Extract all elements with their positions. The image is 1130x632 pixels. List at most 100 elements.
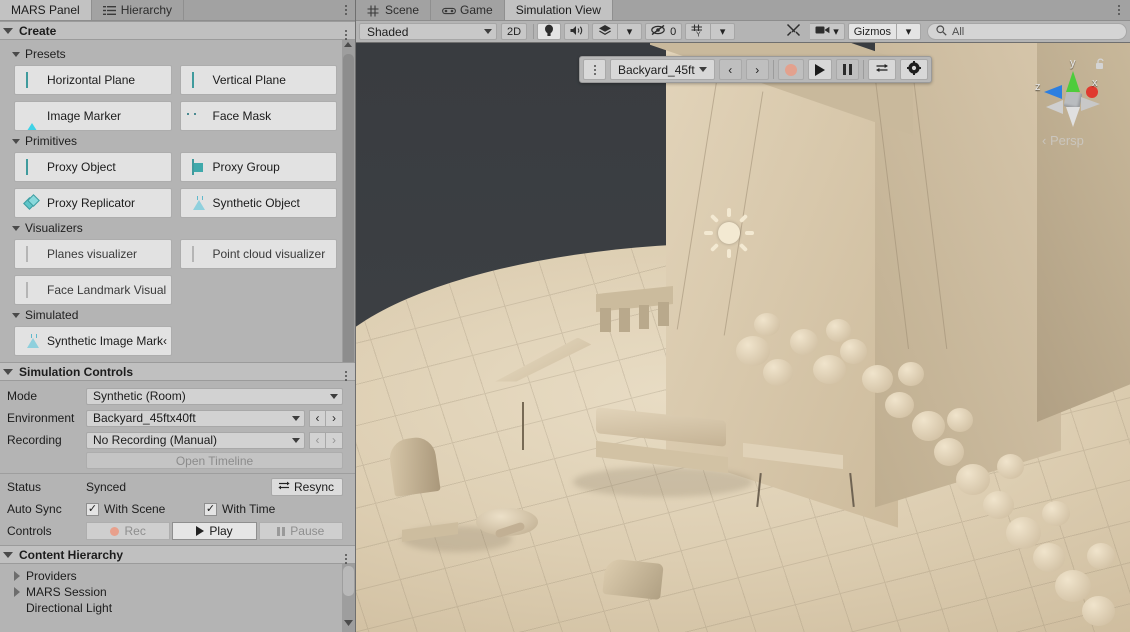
with-scene-checkbox[interactable]: ✓	[86, 502, 99, 516]
content-hierarchy-header[interactable]: Content Hierarchy	[0, 545, 355, 564]
sim-bar-loop-button[interactable]	[867, 59, 896, 80]
create-button-horizontal-plane[interactable]: Horizontal Plane	[14, 65, 172, 95]
gizmos-dropdown-button[interactable]: ▾	[897, 23, 921, 40]
with-scene-checkbox-group[interactable]: ✓ With Scene	[86, 502, 204, 516]
lighting-toggle-button[interactable]	[537, 23, 562, 40]
audio-toggle-button[interactable]	[564, 23, 590, 40]
sim-bar-pause-button[interactable]	[835, 59, 859, 80]
left-panel-menu-button[interactable]	[337, 0, 355, 20]
gizmo-axis-neg-x[interactable]	[1081, 97, 1100, 111]
scene-axis-gizmo[interactable]: y x z ‹ Persp	[1032, 55, 1112, 148]
chevron-down-icon	[484, 29, 492, 34]
environment-dropdown[interactable]: Backyard_45ftx40ft	[86, 409, 305, 427]
scroll-up-icon[interactable]	[344, 42, 352, 47]
sun-ray	[709, 242, 720, 253]
recording-dropdown[interactable]: No Recording (Manual)	[86, 431, 305, 449]
sim-bar-prev-button[interactable]: ‹	[718, 59, 742, 80]
create-button-proxy-replicator[interactable]: Proxy Replicator	[14, 188, 172, 218]
view-tab-bar: Scene Game Simulation View	[356, 0, 1130, 21]
directional-light-gizmo[interactable]	[704, 208, 754, 258]
with-time-checkbox[interactable]: ✓	[204, 502, 217, 516]
tab-mars-panel[interactable]: MARS Panel	[0, 0, 92, 20]
create-button-face-mask[interactable]: Face Mask	[179, 101, 337, 131]
simulation-viewport[interactable]: Backyard_45ft ‹ › y x z ‹ Persp	[356, 43, 1130, 632]
group-simulated[interactable]: Simulated	[0, 305, 355, 326]
hierarchy-scrollbar[interactable]	[342, 564, 355, 632]
grid-snap-dropdown-button[interactable]: ▾	[711, 23, 736, 40]
mode-dropdown[interactable]: Synthetic (Room)	[86, 387, 343, 405]
tools-button[interactable]	[780, 23, 808, 40]
list-item[interactable]: Directional Light	[0, 600, 355, 616]
tab-game[interactable]: Game	[431, 0, 505, 20]
resync-button[interactable]: Resync	[270, 478, 343, 496]
environment-prev-button[interactable]: ‹	[309, 409, 326, 427]
camera-button[interactable]: ▾	[810, 23, 845, 40]
create-section-menu-button[interactable]	[345, 21, 355, 40]
view-panel-menu-button[interactable]	[1108, 0, 1130, 20]
create-button-synthetic-object[interactable]: Synthetic Object	[179, 188, 337, 218]
chevron-right-icon[interactable]	[14, 571, 20, 581]
pause-button[interactable]: Pause	[258, 522, 343, 540]
play-button[interactable]: Play	[172, 522, 257, 540]
perspective-label[interactable]: ‹ Persp	[1042, 133, 1084, 148]
toggle-2d-button[interactable]: 2D	[501, 23, 528, 40]
gizmos-button[interactable]: Gizmos	[847, 23, 897, 40]
create-button-synthetic-image-marker[interactable]: Synthetic Image Mark‹	[14, 326, 172, 356]
gizmo-axis-neg-y[interactable]	[1066, 107, 1080, 127]
create-button-point-cloud-visualizer[interactable]: Point cloud visualizer	[179, 239, 337, 269]
list-item[interactable]: MARS Session	[0, 584, 355, 600]
hierarchy-scrollbar-thumb[interactable]	[343, 566, 354, 596]
simulation-controls-title: Simulation Controls	[19, 364, 133, 379]
gizmo-axis-y[interactable]	[1066, 71, 1080, 92]
simulated-grid: Synthetic Image Mark‹	[0, 326, 355, 356]
mars-panel: MARS Panel Hierarchy Create Presets Hori…	[0, 0, 356, 632]
group-visualizers[interactable]: Visualizers	[0, 218, 355, 239]
group-presets[interactable]: Presets	[0, 44, 355, 65]
recording-prev-button[interactable]: ‹	[309, 431, 326, 449]
create-button-planes-visualizer[interactable]: Planes visualizer	[14, 239, 172, 269]
hidden-objects-button[interactable]: 0	[645, 23, 683, 40]
sim-bar-menu-button[interactable]	[583, 59, 606, 80]
create-button-image-marker[interactable]: Image Marker	[14, 101, 172, 131]
grid-snap-button[interactable]: Y	[685, 23, 712, 40]
create-scrollbar[interactable]	[342, 40, 355, 362]
environment-next-button[interactable]: ›	[326, 409, 343, 427]
search-input[interactable]: All	[927, 23, 1127, 40]
group-primitives[interactable]: Primitives	[0, 131, 355, 152]
create-section-header[interactable]: Create	[0, 21, 355, 40]
scroll-down-icon[interactable]	[344, 615, 353, 629]
recording-next-button[interactable]: ›	[326, 431, 343, 449]
gizmo-axis-neg-z[interactable]	[1046, 100, 1063, 114]
lock-open-icon[interactable]	[1095, 57, 1106, 70]
sim-bar-play-button[interactable]	[807, 59, 832, 80]
create-button-vertical-plane[interactable]: Vertical Plane	[179, 65, 337, 95]
tab-simulation-view[interactable]: Simulation View	[504, 0, 613, 20]
sim-bar-record-button[interactable]	[777, 59, 804, 80]
gizmo-axis-z[interactable]	[1044, 85, 1062, 99]
rec-button[interactable]: Rec	[86, 522, 171, 540]
transport-controls: Rec Play Pause	[86, 522, 343, 540]
create-section-title: Create	[19, 23, 57, 38]
create-button-proxy-group[interactable]: Proxy Group	[179, 152, 337, 182]
tab-hierarchy[interactable]: Hierarchy	[91, 0, 185, 20]
chevron-right-icon[interactable]	[14, 587, 20, 597]
create-button-proxy-object[interactable]: Proxy Object	[14, 152, 172, 182]
effects-dropdown-button[interactable]: ▾	[618, 23, 643, 40]
sim-bar-next-button[interactable]: ›	[745, 59, 769, 80]
chevron-down-icon	[3, 551, 13, 558]
simulation-controls-menu-button[interactable]	[345, 362, 355, 381]
shading-mode-dropdown[interactable]: Shaded	[359, 23, 497, 40]
content-hierarchy-menu-button[interactable]	[345, 545, 355, 564]
with-time-checkbox-group[interactable]: ✓ With Time	[204, 502, 275, 516]
create-button-face-landmark-visual[interactable]: Face Landmark Visual	[14, 275, 172, 305]
dining-chair	[619, 308, 630, 332]
sim-bar-environment-dropdown[interactable]: Backyard_45ft	[610, 59, 715, 80]
open-timeline-button[interactable]: Open Timeline	[86, 452, 343, 469]
list-item[interactable]: Providers	[0, 568, 355, 584]
effects-toggle-button[interactable]	[592, 23, 619, 40]
sim-bar-settings-button[interactable]	[899, 59, 928, 80]
create-scrollbar-thumb[interactable]	[343, 54, 354, 362]
tab-label: Scene	[385, 3, 420, 17]
simulation-controls-header[interactable]: Simulation Controls	[0, 362, 355, 381]
tab-scene[interactable]: Scene	[356, 0, 432, 20]
